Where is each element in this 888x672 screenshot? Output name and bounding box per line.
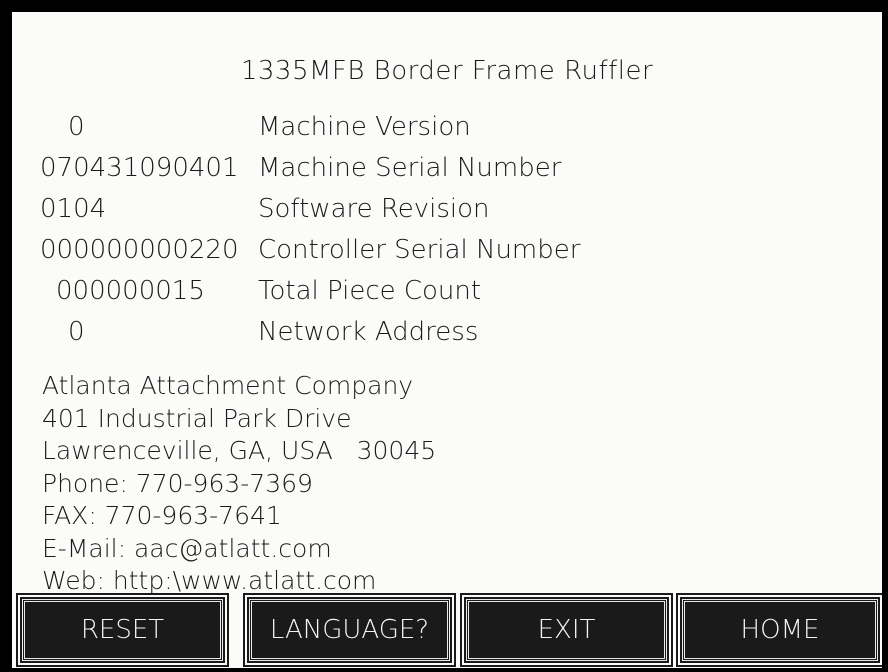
monitor-bezel: 1335MFB Border Frame Ruffler 0 Machine V… bbox=[0, 0, 888, 672]
reset-button[interactable]: RESET bbox=[22, 599, 223, 661]
company-name: Atlanta Attachment Company bbox=[42, 371, 414, 400]
home-button[interactable]: HOME bbox=[682, 599, 878, 661]
exit-button[interactable]: EXIT bbox=[466, 599, 667, 661]
software-revision-label: Software Revision bbox=[258, 194, 490, 224]
company-city: Lawrenceville, GA, USA 30045 bbox=[42, 436, 437, 465]
machine-serial-value: 070431090401 bbox=[40, 153, 239, 183]
network-address-value: 0 bbox=[68, 317, 85, 347]
company-address-block: Atlanta Attachment Company 401 Industria… bbox=[42, 370, 436, 598]
company-street: 401 Industrial Park Drive bbox=[42, 403, 352, 433]
page-title: 1335MFB Border Frame Ruffler bbox=[240, 56, 654, 86]
software-revision-value: 0104 bbox=[40, 194, 107, 224]
machine-version-label: Machine Version bbox=[258, 112, 471, 142]
controller-serial-value: 000000000220 bbox=[40, 235, 239, 265]
hmi-screen: 1335MFB Border Frame Ruffler 0 Machine V… bbox=[12, 12, 882, 668]
machine-serial-label: Machine Serial Number bbox=[258, 153, 562, 183]
company-fax: FAX: 770-963-7641 bbox=[42, 501, 282, 530]
network-address-label: Network Address bbox=[258, 317, 479, 347]
total-piece-count-label: Total Piece Count bbox=[258, 276, 482, 306]
company-web: Web: http:\www.atlatt.com bbox=[42, 566, 377, 595]
machine-version-value: 0 bbox=[68, 112, 85, 142]
controller-serial-label: Controller Serial Number bbox=[258, 235, 581, 265]
language-button[interactable]: LANGUAGE? bbox=[249, 599, 450, 661]
total-piece-count-value: 000000015 bbox=[56, 276, 205, 306]
company-phone: Phone: 770-963-7369 bbox=[42, 468, 313, 498]
button-bar: RESET LANGUAGE? EXIT HOME bbox=[12, 595, 882, 668]
company-email: E-Mail: aac@atlatt.com bbox=[42, 533, 332, 563]
